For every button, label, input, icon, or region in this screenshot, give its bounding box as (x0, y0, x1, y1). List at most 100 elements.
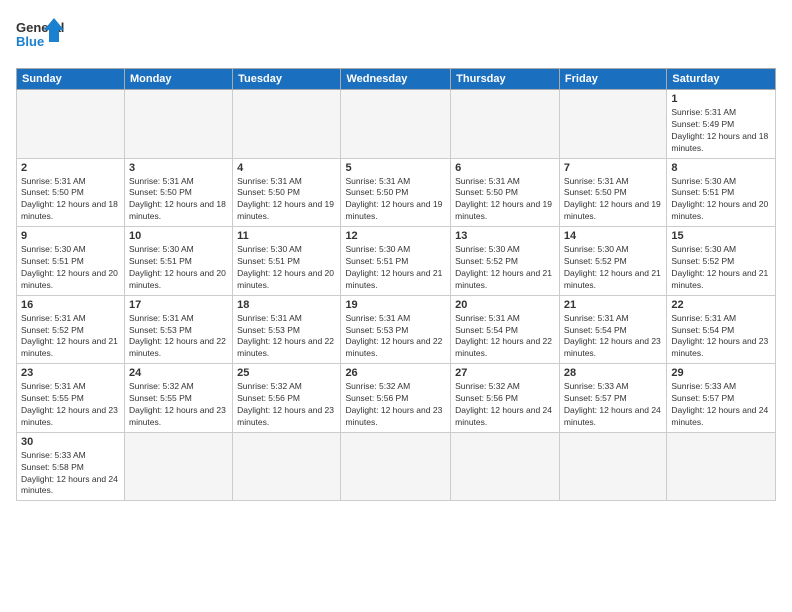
day-info: Sunrise: 5:32 AMSunset: 5:56 PMDaylight:… (455, 381, 555, 429)
day-number: 15 (671, 230, 771, 242)
day-info: Sunrise: 5:33 AMSunset: 5:58 PMDaylight:… (21, 450, 120, 498)
week-row-3: 9Sunrise: 5:30 AMSunset: 5:51 PMDaylight… (17, 227, 776, 296)
generalblue-logo-icon: General Blue (16, 16, 66, 58)
calendar-cell: 25 Sunrise: 5:32 AMSunset: 5:56 PMDayligh… (233, 364, 341, 433)
calendar-cell (124, 90, 232, 159)
day-number: 20 (455, 299, 555, 311)
calendar-cell: 2 Sunrise: 5:31 AMSunset: 5:50 PMDaylight… (17, 158, 125, 227)
svg-text:Blue: Blue (16, 34, 44, 49)
calendar-cell: 19Sunrise: 5:31 AMSunset: 5:53 PMDayligh… (341, 295, 451, 364)
day-number: 12 (345, 230, 446, 242)
day-info: Sunrise: 5:31 AMSunset: 5:53 PMDaylight:… (129, 313, 228, 361)
weekday-header-thursday: Thursday (451, 69, 560, 90)
calendar-cell (17, 90, 125, 159)
day-info: Sunrise: 5:31 AMSunset: 5:50 PMDaylight:… (345, 176, 446, 224)
day-number: 25 (237, 367, 336, 379)
day-info: Sunrise: 5:30 AMSunset: 5:51 PMDaylight:… (345, 244, 446, 292)
day-info: Sunrise: 5:31 AMSunset: 5:54 PMDaylight:… (564, 313, 662, 361)
day-number: 7 (564, 162, 662, 174)
day-number: 11 (237, 230, 336, 242)
calendar-cell: 1Sunrise: 5:31 AMSunset: 5:49 PMDaylight… (667, 90, 776, 159)
day-number: 26 (345, 367, 446, 379)
day-info: Sunrise: 5:30 AMSunset: 5:52 PMDaylight:… (455, 244, 555, 292)
day-info: Sunrise: 5:31 AMSunset: 5:54 PMDaylight:… (455, 313, 555, 361)
day-number: 27 (455, 367, 555, 379)
week-row-1: 1Sunrise: 5:31 AMSunset: 5:49 PMDaylight… (17, 90, 776, 159)
calendar-cell: 26 Sunrise: 5:32 AMSunset: 5:56 PMDayligh… (341, 364, 451, 433)
day-number: 21 (564, 299, 662, 311)
week-row-2: 2 Sunrise: 5:31 AMSunset: 5:50 PMDaylight… (17, 158, 776, 227)
day-info: Sunrise: 5:32 AMSunset: 5:56 PMDaylight:… (237, 381, 336, 429)
weekday-header-saturday: Saturday (667, 69, 776, 90)
header: General Blue (16, 16, 776, 58)
calendar-cell: 14 Sunrise: 5:30 AMSunset: 5:52 PMDayligh… (559, 227, 666, 296)
calendar-cell (233, 90, 341, 159)
day-info: Sunrise: 5:31 AMSunset: 5:53 PMDaylight:… (345, 313, 446, 361)
calendar-cell: 27 Sunrise: 5:32 AMSunset: 5:56 PMDayligh… (451, 364, 560, 433)
calendar-cell: 11 Sunrise: 5:30 AMSunset: 5:51 PMDayligh… (233, 227, 341, 296)
day-info: Sunrise: 5:31 AMSunset: 5:50 PMDaylight:… (564, 176, 662, 224)
day-number: 16 (21, 299, 120, 311)
day-info: Sunrise: 5:31 AMSunset: 5:50 PMDaylight:… (237, 176, 336, 224)
day-info: Sunrise: 5:31 AMSunset: 5:55 PMDaylight:… (21, 381, 120, 429)
day-info: Sunrise: 5:31 AMSunset: 5:52 PMDaylight:… (21, 313, 120, 361)
day-number: 6 (455, 162, 555, 174)
calendar-cell: 4 Sunrise: 5:31 AMSunset: 5:50 PMDaylight… (233, 158, 341, 227)
week-row-5: 23 Sunrise: 5:31 AMSunset: 5:55 PMDayligh… (17, 364, 776, 433)
day-info: Sunrise: 5:30 AMSunset: 5:52 PMDaylight:… (564, 244, 662, 292)
day-info: Sunrise: 5:33 AMSunset: 5:57 PMDaylight:… (564, 381, 662, 429)
day-info: Sunrise: 5:32 AMSunset: 5:56 PMDaylight:… (345, 381, 446, 429)
calendar-cell (124, 432, 232, 501)
day-info: Sunrise: 5:30 AMSunset: 5:51 PMDaylight:… (129, 244, 228, 292)
calendar-cell: 20 Sunrise: 5:31 AMSunset: 5:54 PMDayligh… (451, 295, 560, 364)
day-info: Sunrise: 5:31 AMSunset: 5:50 PMDaylight:… (21, 176, 120, 224)
page: General Blue SundayMondayTuesdayWednesda… (0, 0, 792, 612)
calendar-cell: 22 Sunrise: 5:31 AMSunset: 5:54 PMDayligh… (667, 295, 776, 364)
calendar-cell: 7 Sunrise: 5:31 AMSunset: 5:50 PMDaylight… (559, 158, 666, 227)
week-row-6: 30 Sunrise: 5:33 AMSunset: 5:58 PMDayligh… (17, 432, 776, 501)
weekday-header-sunday: Sunday (17, 69, 125, 90)
calendar-cell: 29 Sunrise: 5:33 AMSunset: 5:57 PMDayligh… (667, 364, 776, 433)
day-number: 4 (237, 162, 336, 174)
day-info: Sunrise: 5:30 AMSunset: 5:51 PMDaylight:… (237, 244, 336, 292)
day-number: 22 (671, 299, 771, 311)
logo: General Blue (16, 16, 66, 58)
day-number: 10 (129, 230, 228, 242)
calendar-cell: 17Sunrise: 5:31 AMSunset: 5:53 PMDayligh… (124, 295, 232, 364)
day-number: 28 (564, 367, 662, 379)
calendar-cell (451, 432, 560, 501)
calendar-cell: 23 Sunrise: 5:31 AMSunset: 5:55 PMDayligh… (17, 364, 125, 433)
calendar-header-row: SundayMondayTuesdayWednesdayThursdayFrid… (17, 69, 776, 90)
day-number: 23 (21, 367, 120, 379)
day-number: 30 (21, 436, 120, 448)
day-number: 3 (129, 162, 228, 174)
day-info: Sunrise: 5:30 AMSunset: 5:51 PMDaylight:… (21, 244, 120, 292)
calendar-cell: 24Sunrise: 5:32 AMSunset: 5:55 PMDayligh… (124, 364, 232, 433)
day-number: 18 (237, 299, 336, 311)
day-number: 29 (671, 367, 771, 379)
day-info: Sunrise: 5:31 AMSunset: 5:54 PMDaylight:… (671, 313, 771, 361)
day-number: 14 (564, 230, 662, 242)
calendar-cell (559, 90, 666, 159)
calendar-cell: 10 Sunrise: 5:30 AMSunset: 5:51 PMDayligh… (124, 227, 232, 296)
day-number: 2 (21, 162, 120, 174)
day-info: Sunrise: 5:30 AMSunset: 5:51 PMDaylight:… (671, 176, 771, 224)
day-info: Sunrise: 5:33 AMSunset: 5:57 PMDaylight:… (671, 381, 771, 429)
calendar-cell (341, 432, 451, 501)
day-info: Sunrise: 5:31 AMSunset: 5:53 PMDaylight:… (237, 313, 336, 361)
calendar-cell: 18 Sunrise: 5:31 AMSunset: 5:53 PMDayligh… (233, 295, 341, 364)
day-number: 13 (455, 230, 555, 242)
calendar-cell: 3Sunrise: 5:31 AMSunset: 5:50 PMDaylight… (124, 158, 232, 227)
calendar: SundayMondayTuesdayWednesdayThursdayFrid… (16, 68, 776, 501)
calendar-cell (233, 432, 341, 501)
day-number: 8 (671, 162, 771, 174)
weekday-header-monday: Monday (124, 69, 232, 90)
day-number: 1 (671, 93, 771, 105)
week-row-4: 16 Sunrise: 5:31 AMSunset: 5:52 PMDayligh… (17, 295, 776, 364)
day-info: Sunrise: 5:30 AMSunset: 5:52 PMDaylight:… (671, 244, 771, 292)
calendar-cell (667, 432, 776, 501)
calendar-cell: 13 Sunrise: 5:30 AMSunset: 5:52 PMDayligh… (451, 227, 560, 296)
day-number: 24 (129, 367, 228, 379)
calendar-cell: 8 Sunrise: 5:30 AMSunset: 5:51 PMDaylight… (667, 158, 776, 227)
calendar-cell: 15 Sunrise: 5:30 AMSunset: 5:52 PMDayligh… (667, 227, 776, 296)
